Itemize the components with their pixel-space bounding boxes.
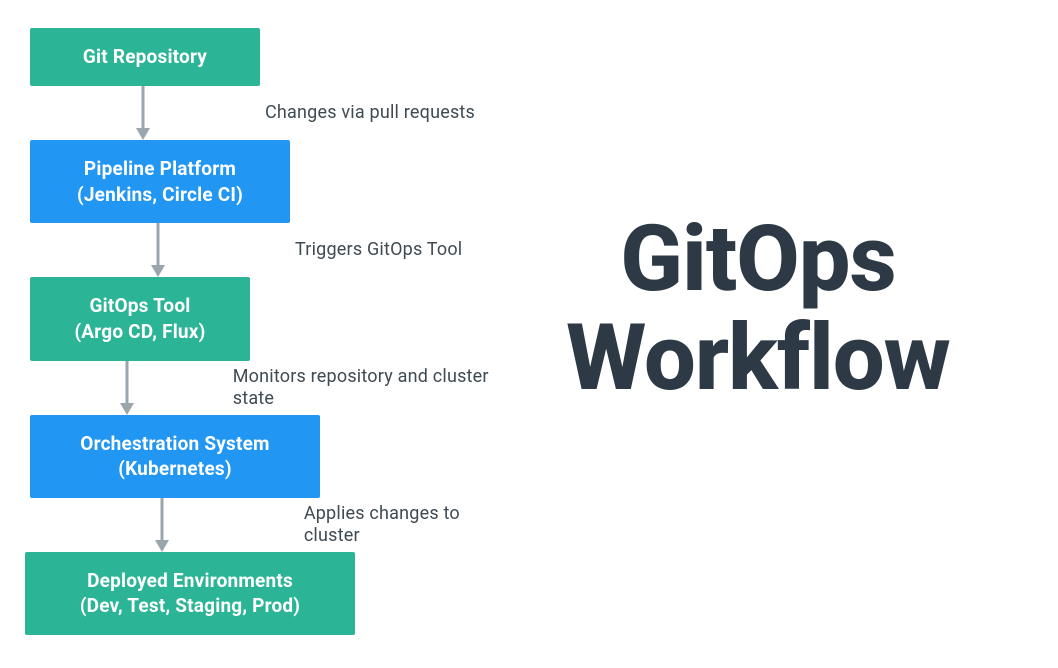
node-label-line1: Deployed Environments xyxy=(87,568,293,594)
arrow-down-icon xyxy=(136,86,150,140)
connector-4: Applies changes to cluster xyxy=(25,498,505,552)
node-pipeline-platform: Pipeline Platform (Jenkins, Circle CI) xyxy=(30,140,290,223)
connector-3: Monitors repository and cluster state xyxy=(25,361,505,415)
node-label-line1: GitOps Tool xyxy=(89,293,190,319)
arrow-down-icon xyxy=(120,361,134,415)
arrow-down-icon xyxy=(155,498,169,552)
node-deployed-environments: Deployed Environments (Dev, Test, Stagin… xyxy=(25,552,355,635)
connector-label: Monitors repository and cluster state xyxy=(229,366,505,409)
title-line-1: GitOps xyxy=(498,210,1018,309)
node-orchestration-system: Orchestration System (Kubernetes) xyxy=(30,415,320,498)
diagram-title: GitOps Workflow xyxy=(498,210,1018,409)
connector-label: Applies changes to cluster xyxy=(300,503,505,546)
node-gitops-tool: GitOps Tool (Argo CD, Flux) xyxy=(30,277,250,360)
title-line-2: Workflow xyxy=(498,309,1018,408)
connector-label: Changes via pull requests xyxy=(261,102,475,124)
connector-1: Changes via pull requests xyxy=(25,86,475,140)
node-label-line2: (Dev, Test, Staging, Prod) xyxy=(80,593,300,619)
workflow-flow: Git Repository Changes via pull requests… xyxy=(25,28,505,635)
connector-label: Triggers GitOps Tool xyxy=(291,239,462,261)
node-label-line2: (Kubernetes) xyxy=(118,456,232,482)
node-label: Git Repository xyxy=(83,44,207,70)
node-label-line1: Orchestration System xyxy=(80,431,269,457)
node-git-repository: Git Repository xyxy=(30,28,260,86)
node-label-line1: Pipeline Platform xyxy=(84,156,236,182)
connector-2: Triggers GitOps Tool xyxy=(25,223,462,277)
node-label-line2: (Jenkins, Circle CI) xyxy=(77,182,243,208)
node-label-line2: (Argo CD, Flux) xyxy=(74,319,205,345)
arrow-down-icon xyxy=(151,223,165,277)
